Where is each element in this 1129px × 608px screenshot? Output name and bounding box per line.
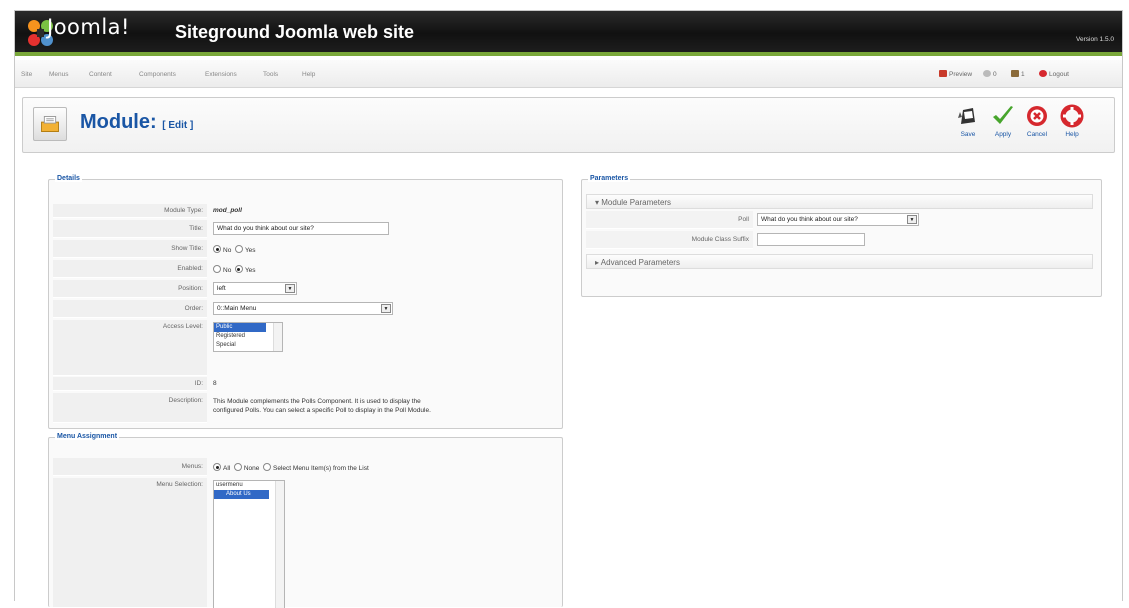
- description-label: Description:: [53, 393, 207, 423]
- toolbar: Module: [ Edit ] Save Apply Cancel Help: [22, 97, 1115, 153]
- preview-icon: [939, 70, 947, 77]
- menus-all-radio[interactable]: [213, 463, 221, 471]
- menu-selection-label: Menu Selection:: [53, 478, 207, 608]
- chevron-down-icon: ▼: [285, 284, 295, 293]
- menu-selection-option[interactable]: usermenu: [214, 481, 284, 490]
- menu-site[interactable]: Site: [21, 71, 32, 78]
- chevron-down-icon: ▼: [381, 304, 391, 313]
- parameters-fieldset: Parameters ▾ Module Parameters Poll What…: [581, 175, 1102, 297]
- details-legend: Details: [55, 175, 82, 182]
- cancel-button[interactable]: Cancel: [1019, 104, 1055, 146]
- access-level-list[interactable]: Public Registered Special: [213, 322, 283, 352]
- messages-icon: [983, 70, 991, 77]
- messages-count[interactable]: 0: [983, 70, 997, 78]
- access-option[interactable]: Special: [214, 341, 282, 350]
- module-type-value: mod_poll: [213, 207, 242, 214]
- logo-text: Joomla!: [47, 15, 130, 39]
- order-select[interactable]: 0::Main Menu ▼: [213, 302, 393, 315]
- version-label: Version 1.5.0: [1076, 36, 1114, 43]
- title-input[interactable]: What do you think about our site?: [213, 222, 389, 235]
- order-label: Order:: [53, 300, 207, 318]
- site-title: Siteground Joomla web site: [175, 22, 415, 42]
- lifebuoy-icon: [1060, 104, 1084, 128]
- menu-extensions[interactable]: Extensions: [205, 71, 237, 78]
- menu-assignment-legend: Menu Assignment: [55, 433, 120, 440]
- logout-icon: [1039, 70, 1047, 77]
- cancel-icon: [1027, 106, 1047, 126]
- save-button[interactable]: Save: [950, 104, 986, 146]
- position-select[interactable]: left ▼: [213, 282, 297, 295]
- enabled-radios: No Yes: [213, 265, 256, 274]
- module-type-label: Module Type:: [53, 204, 207, 218]
- menu-bar: Site Menus Content Components Extensions…: [15, 60, 1122, 88]
- admin-window: Joomla! Siteground Joomla web site Versi…: [14, 10, 1123, 608]
- arrow-right-icon: ▸: [595, 258, 600, 267]
- menu-help[interactable]: Help: [302, 71, 315, 78]
- menus-radios: All None Select Menu Item(s) from the Li…: [213, 463, 369, 472]
- access-option[interactable]: Registered: [214, 332, 282, 341]
- id-label: ID:: [53, 377, 207, 391]
- users-icon: [1011, 70, 1019, 77]
- show-title-yes-radio[interactable]: [234, 245, 243, 253]
- position-label: Position:: [53, 280, 207, 298]
- menu-content[interactable]: Content: [89, 71, 112, 78]
- menu-selection-list[interactable]: usermenu About Us: [213, 480, 285, 608]
- menu-menus[interactable]: Menus: [49, 71, 69, 78]
- apply-button[interactable]: Apply: [985, 104, 1021, 146]
- show-title-label: Show Title:: [53, 240, 207, 258]
- enabled-yes-radio[interactable]: [234, 265, 243, 273]
- show-title-radios: No Yes: [213, 245, 256, 254]
- access-option[interactable]: Public: [214, 323, 266, 332]
- menus-label: Menus:: [53, 458, 207, 476]
- arrow-down-icon: ▾: [595, 198, 600, 207]
- menu-components[interactable]: Components: [139, 71, 176, 78]
- title-label: Title:: [53, 220, 207, 238]
- header-bar: Joomla! Siteground Joomla web site Versi…: [15, 11, 1122, 56]
- access-level-label: Access Level:: [53, 320, 207, 376]
- scrollbar[interactable]: [275, 481, 284, 608]
- show-title-no-radio[interactable]: [213, 245, 221, 253]
- page-title: Module: [ Edit ]: [80, 111, 194, 133]
- poll-label: Poll: [586, 211, 753, 229]
- parameters-legend: Parameters: [588, 175, 631, 182]
- preview-link[interactable]: Preview: [939, 70, 972, 78]
- menus-select-radio[interactable]: [263, 463, 272, 471]
- description-text: This Module complements the Polls Compon…: [213, 398, 431, 414]
- chevron-down-icon: ▼: [907, 215, 917, 224]
- enabled-label: Enabled:: [53, 260, 207, 278]
- menu-tools[interactable]: Tools: [263, 71, 278, 78]
- details-fieldset: Details Module Type: mod_poll Title: Wha…: [48, 175, 563, 429]
- module-class-suffix-label: Module Class Suffix: [586, 231, 753, 249]
- menu-selection-option[interactable]: About Us: [214, 490, 269, 499]
- users-count[interactable]: 1: [1011, 70, 1025, 78]
- enabled-no-radio[interactable]: [213, 265, 221, 273]
- menu-assignment-fieldset: Menu Assignment Menus: All None Select M…: [48, 433, 563, 608]
- page-subtitle: [ Edit ]: [162, 120, 194, 131]
- advanced-parameters-toggle[interactable]: ▸ Advanced Parameters: [586, 254, 1093, 269]
- menus-none-radio[interactable]: [233, 463, 242, 471]
- module-parameters-toggle[interactable]: ▾ Module Parameters: [586, 194, 1093, 209]
- poll-select[interactable]: What do you think about our site? ▼: [757, 213, 919, 226]
- save-icon: [958, 108, 975, 124]
- scrollbar[interactable]: [273, 323, 282, 351]
- help-button[interactable]: Help: [1054, 104, 1090, 146]
- checkmark-icon: [993, 106, 1013, 124]
- id-value: 8: [213, 380, 217, 387]
- module-icon: [33, 107, 67, 141]
- module-class-suffix-input[interactable]: [757, 233, 865, 246]
- logout-link[interactable]: Logout: [1039, 70, 1069, 78]
